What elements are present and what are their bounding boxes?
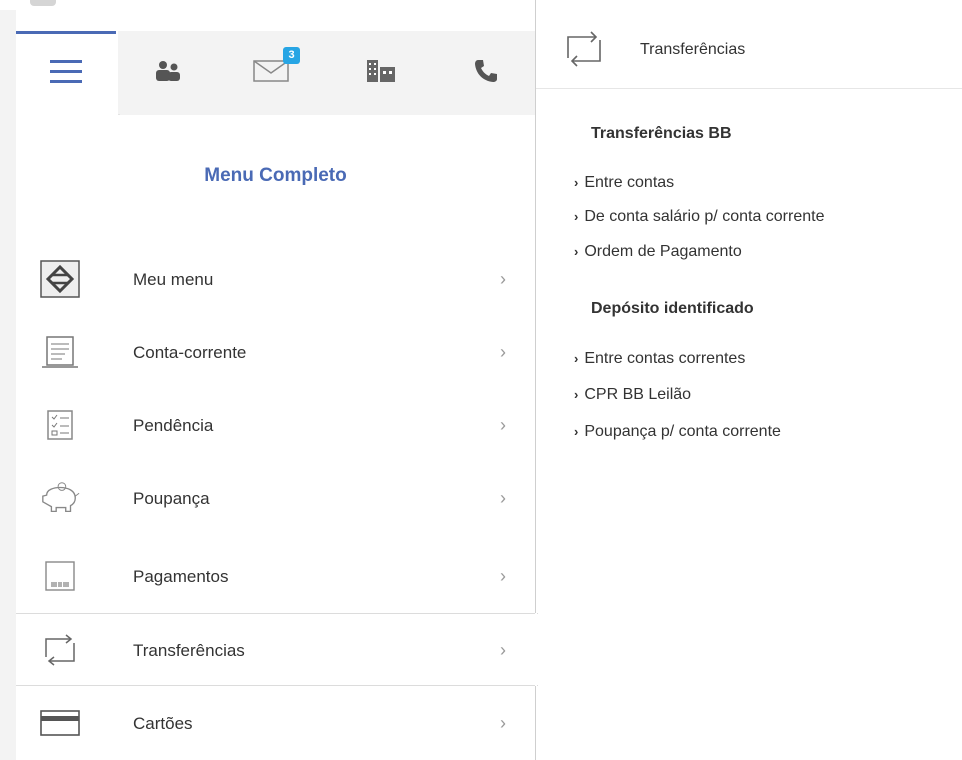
menu-item-label: Conta-corrente bbox=[133, 343, 247, 362]
menu-item-poupanca[interactable]: Poupança › bbox=[16, 462, 535, 535]
link-entre-contas-correntes[interactable]: › Entre contas correntes bbox=[574, 350, 745, 368]
menu-item-label: Meu menu bbox=[133, 270, 214, 289]
menu-item-conta-corrente[interactable]: Conta-corrente › bbox=[16, 316, 535, 389]
arrow-right-icon: › bbox=[574, 175, 579, 190]
link-entre-contas[interactable]: › Entre contas bbox=[574, 174, 674, 192]
tab-messages[interactable]: 3 bbox=[216, 31, 326, 115]
menu-item-meu-menu[interactable]: Meu menu › bbox=[16, 243, 535, 316]
arrow-right-icon: › bbox=[574, 387, 579, 402]
link-label: CPR BB Leilão bbox=[584, 386, 692, 403]
arrow-right-icon: › bbox=[574, 209, 579, 224]
chevron-right-icon: › bbox=[500, 713, 506, 733]
tab-contacts[interactable] bbox=[120, 31, 216, 115]
chevron-right-icon: › bbox=[500, 488, 506, 508]
menu-item-transferencias[interactable]: Transferências › bbox=[16, 613, 538, 686]
link-conta-salario[interactable]: › De conta salário p/ conta corrente bbox=[574, 208, 824, 226]
link-cpr-bb-leilao[interactable]: › CPR BB Leilão bbox=[574, 386, 691, 404]
chevron-right-icon: › bbox=[500, 566, 506, 586]
icon-tab-bar: 3 bbox=[16, 31, 535, 115]
menu-item-label: Cartões bbox=[133, 714, 193, 733]
chevron-right-icon: › bbox=[500, 269, 506, 289]
link-ordem-pagamento[interactable]: › Ordem de Pagamento bbox=[574, 243, 742, 261]
arrow-right-icon: › bbox=[574, 351, 579, 366]
link-label: Ordem de Pagamento bbox=[584, 243, 742, 260]
menu-item-cartoes[interactable]: Cartões › bbox=[16, 687, 535, 760]
link-poupanca-conta-corrente[interactable]: › Poupança p/ conta corrente bbox=[574, 423, 781, 441]
chevron-right-icon: › bbox=[500, 415, 506, 435]
people-icon bbox=[155, 60, 181, 87]
card-icon bbox=[39, 703, 81, 743]
transfer-icon bbox=[39, 630, 81, 670]
detail-header: Transferências bbox=[536, 10, 962, 89]
link-label: Entre contas bbox=[584, 174, 675, 191]
top-strip bbox=[0, 0, 535, 10]
link-label: Entre contas correntes bbox=[584, 350, 746, 367]
chevron-right-icon: › bbox=[500, 342, 506, 362]
detail-title: Transferências bbox=[640, 41, 746, 58]
piggy-bank-icon bbox=[39, 478, 81, 518]
chevron-right-icon: › bbox=[500, 640, 506, 660]
arrow-right-icon: › bbox=[574, 424, 579, 439]
menu-item-pagamentos[interactable]: Pagamentos › bbox=[16, 540, 535, 613]
tab-menu[interactable] bbox=[16, 31, 116, 115]
menu-item-label: Pendência bbox=[133, 416, 214, 435]
section-title-deposito-identificado: Depósito identificado bbox=[591, 300, 754, 317]
link-label: De conta salário p/ conta corrente bbox=[584, 208, 825, 225]
arrow-right-icon: › bbox=[574, 244, 579, 259]
menu-item-label: Pagamentos bbox=[133, 567, 229, 586]
tab-company[interactable] bbox=[326, 31, 436, 115]
menu-title: Menu Completo bbox=[204, 165, 347, 186]
barcode-slip-icon bbox=[39, 556, 81, 596]
checklist-icon bbox=[39, 405, 81, 445]
statement-icon bbox=[39, 332, 81, 372]
phone-icon bbox=[473, 58, 499, 89]
building-icon bbox=[366, 59, 396, 88]
unread-badge: 3 bbox=[283, 47, 300, 64]
section-title-transferencias-bb: Transferências BB bbox=[591, 125, 732, 142]
transfer-icon bbox=[562, 28, 606, 70]
menu-item-label: Transferências bbox=[133, 641, 245, 660]
hamburger-menu-icon bbox=[50, 59, 82, 90]
tab-phone[interactable] bbox=[436, 31, 535, 115]
selected-item-connector bbox=[535, 613, 537, 686]
menu-item-pendencia[interactable]: Pendência › bbox=[16, 389, 535, 462]
cut-off-element bbox=[30, 0, 56, 6]
menu-item-label: Poupança bbox=[133, 489, 210, 508]
bb-logo-icon bbox=[39, 259, 81, 299]
link-label: Poupança p/ conta corrente bbox=[584, 423, 781, 440]
